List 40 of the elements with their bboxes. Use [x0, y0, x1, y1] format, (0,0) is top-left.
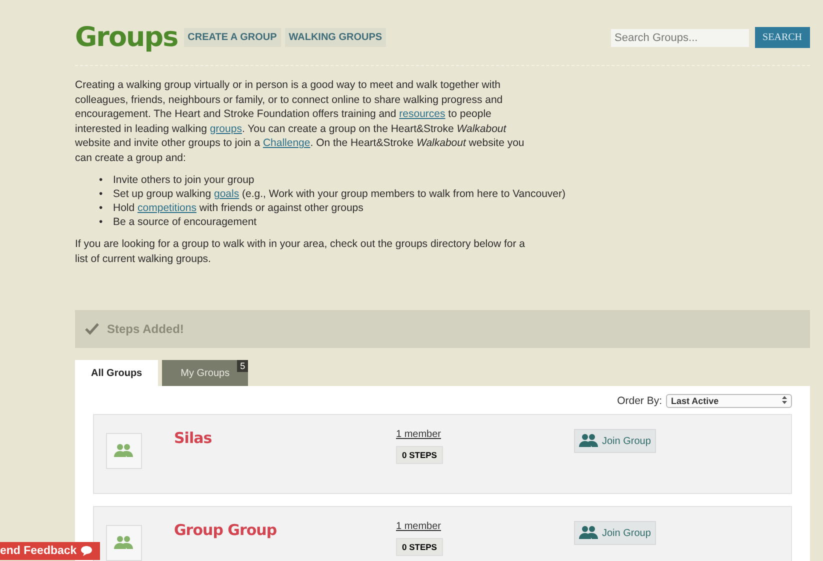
- bullet-item: Invite others to join your group: [113, 173, 254, 187]
- text-link[interactable]: resources: [399, 108, 446, 120]
- tab[interactable]: My Groups 5: [162, 360, 248, 386]
- join-group-button[interactable]: Join Group: [574, 429, 656, 453]
- notice-text: Steps Added!: [107, 322, 184, 336]
- checkmark-icon: [85, 323, 99, 335]
- people-icon: [114, 443, 134, 459]
- search-field[interactable]: Search Groups...: [610, 28, 749, 46]
- count-badge: 5: [237, 360, 248, 372]
- people-icon: [114, 535, 134, 551]
- bullet-marker: •: [99, 201, 104, 215]
- steps-count: 0 STEPS: [396, 538, 443, 556]
- join-group-button[interactable]: Join Group: [574, 521, 656, 545]
- order-label: Order By:: [617, 395, 662, 407]
- group-name[interactable]: Silas: [174, 429, 396, 447]
- bullet-item: Set up group walking goals (e.g., Work with your group members to walk from here to Vancouver): [113, 187, 566, 201]
- member-count-link[interactable]: 1 member: [396, 521, 442, 532]
- text-link[interactable]: competitions: [138, 202, 196, 214]
- text-link[interactable]: goals: [214, 188, 240, 200]
- order-select[interactable]: Last Active: [666, 394, 792, 408]
- bullet-item: Hold competitions with friends or against other groups: [113, 201, 364, 215]
- feedback-button[interactable]: end Feedback: [0, 542, 100, 560]
- bullet-marker: •: [99, 215, 104, 229]
- member-count-link[interactable]: 1 member: [396, 429, 442, 440]
- updown-icon: [782, 396, 787, 404]
- page-title: Groups: [75, 22, 178, 53]
- nav-link[interactable]: CREATE A GROUP: [184, 28, 281, 47]
- steps-count: 0 STEPS: [396, 446, 443, 464]
- nav-link[interactable]: WALKING GROUPS: [284, 28, 386, 47]
- directory-paragraph: If you are looking for a group to walk with in your area, check out the groups directory below for a list of current walking groups.: [75, 237, 525, 266]
- intro-paragraph: Creating a walking group virtually or in person is a good way to meet and walk together with colleagues, friends, neighbours or family, or to connect online to share walking progress and encouragement. The Heart and Stroke Foundation offers training and resources to people interested in leading walking groups. You can create a group on the Heart&Stroke Walkabout website and invite other groups to join a Challenge. On the Heart&Stroke Walkabout website you can create a group and:: [75, 78, 526, 165]
- group-name[interactable]: Group Group: [174, 521, 396, 539]
- tab[interactable]: All Groups: [75, 360, 158, 386]
- bullet-marker: •: [99, 187, 104, 201]
- bullet-marker: •: [99, 173, 104, 187]
- text-link[interactable]: Challenge: [262, 137, 310, 149]
- speech-bubble-icon: [80, 546, 92, 556]
- text-link[interactable]: groups: [210, 122, 242, 134]
- bullet-item: Be a source of encouragement: [113, 215, 257, 229]
- search-button[interactable]: SEARCH: [754, 27, 810, 48]
